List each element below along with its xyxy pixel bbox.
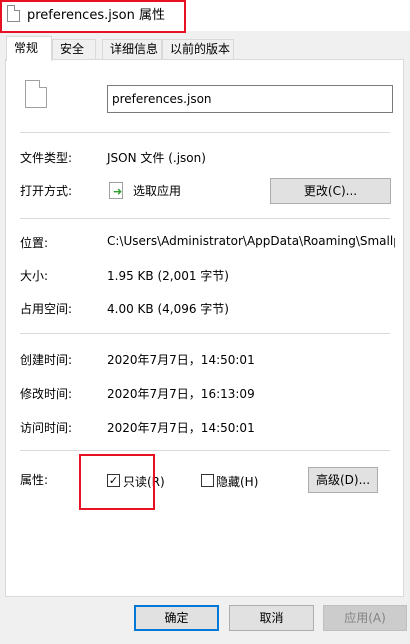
size-on-disk-label: 占用空间: xyxy=(20,302,73,316)
window-title: preferences.json 属性 xyxy=(27,8,165,23)
location-label: 位置: xyxy=(20,236,49,250)
attributes-label: 属性: xyxy=(20,473,49,487)
divider xyxy=(20,132,390,133)
file-name-input[interactable]: preferences.json xyxy=(107,85,393,113)
change-button[interactable]: 更改(C)... xyxy=(270,178,391,204)
tab-previous-versions[interactable]: 以前的版本 xyxy=(162,39,234,60)
title-bar: preferences.json 属性 xyxy=(0,0,410,31)
readonly-checkbox[interactable]: ✓ xyxy=(107,474,120,487)
file-type-label: 文件类型: xyxy=(20,151,73,165)
size-value: 1.95 KB (2,001 字节) xyxy=(107,269,229,283)
tab-general[interactable]: 常规 xyxy=(6,36,52,61)
open-with-app-icon: ➜ xyxy=(109,182,123,199)
cancel-button[interactable]: 取消 xyxy=(229,605,314,631)
size-on-disk-value: 4.00 KB (4,096 字节) xyxy=(107,302,229,316)
general-panel: preferences.json 文件类型: JSON 文件 (.json) 打… xyxy=(5,59,404,597)
advanced-button[interactable]: 高级(D)... xyxy=(308,467,378,493)
accessed-label: 访问时间: xyxy=(20,421,73,435)
tab-details[interactable]: 详细信息 xyxy=(102,39,162,60)
size-label: 大小: xyxy=(20,269,49,283)
readonly-label[interactable]: 只读(R) xyxy=(123,473,165,490)
modified-value: 2020年7月7日，16:13:09 xyxy=(107,387,255,401)
divider xyxy=(20,333,390,334)
apply-button[interactable]: 应用(A) xyxy=(323,605,407,631)
open-with-label: 打开方式: xyxy=(20,184,73,198)
hidden-checkbox[interactable] xyxy=(201,474,214,487)
accessed-value: 2020年7月7日，14:50:01 xyxy=(107,421,255,435)
hidden-label[interactable]: 隐藏(H) xyxy=(216,473,258,490)
tab-security[interactable]: 安全 xyxy=(52,39,96,60)
file-icon xyxy=(7,5,20,22)
open-with-value: 选取应用 xyxy=(133,184,182,198)
location-value: C:\Users\Administrator\AppData\Roaming\S… xyxy=(107,234,395,248)
ok-button[interactable]: 确定 xyxy=(134,605,219,631)
file-icon xyxy=(25,80,47,108)
created-value: 2020年7月7日，14:50:01 xyxy=(107,353,255,367)
divider xyxy=(20,218,390,219)
modified-label: 修改时间: xyxy=(20,387,73,401)
file-type-value: JSON 文件 (.json) xyxy=(107,151,206,165)
created-label: 创建时间: xyxy=(20,353,73,367)
divider xyxy=(20,450,390,451)
